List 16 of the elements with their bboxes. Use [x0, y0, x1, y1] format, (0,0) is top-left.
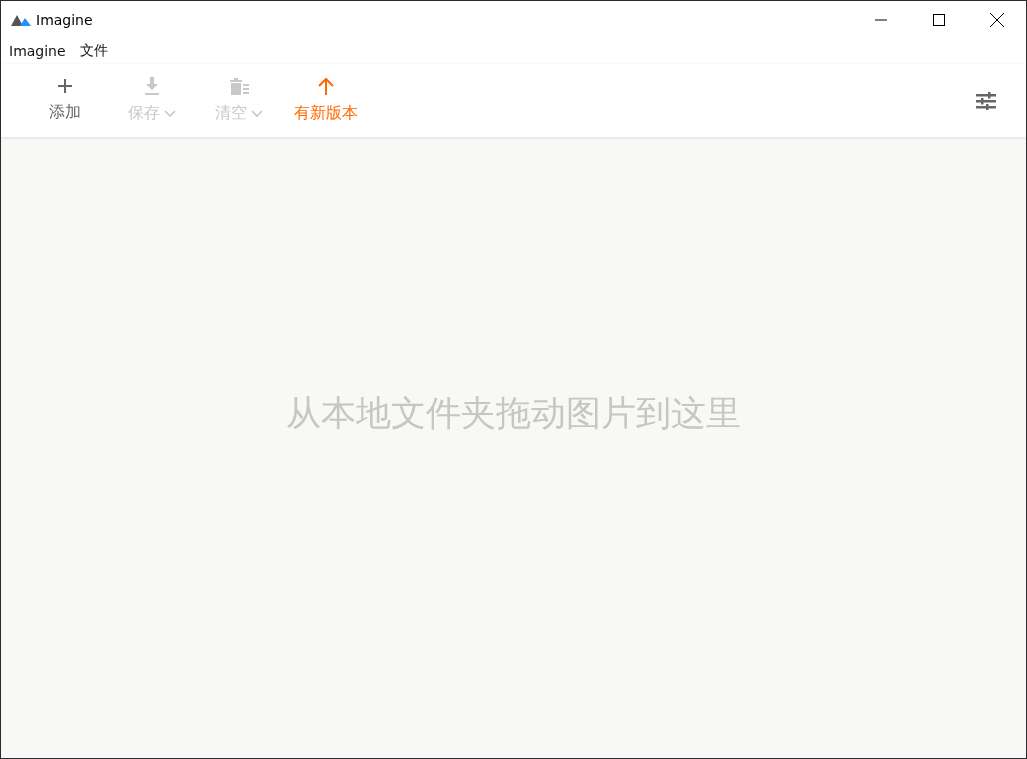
- menu-item[interactable]: Imagine: [9, 43, 66, 59]
- add-button[interactable]: 添加: [21, 64, 108, 137]
- chevron-down-icon: [250, 109, 263, 118]
- settings-button[interactable]: [976, 91, 996, 110]
- close-icon: [990, 12, 1004, 27]
- plus-icon: [56, 78, 73, 94]
- window-title: Imagine: [36, 11, 94, 28]
- arrow-up-icon: [317, 77, 334, 95]
- mountain-logo-icon: [11, 13, 31, 26]
- menu-item[interactable]: 文件: [79, 42, 108, 60]
- chevron-down-icon: [163, 109, 176, 118]
- download-icon: [143, 77, 160, 95]
- trash-icon: [227, 77, 250, 95]
- update-button[interactable]: 有新版本: [282, 64, 369, 137]
- sliders-icon: [976, 91, 996, 110]
- maximize-icon: [933, 13, 945, 26]
